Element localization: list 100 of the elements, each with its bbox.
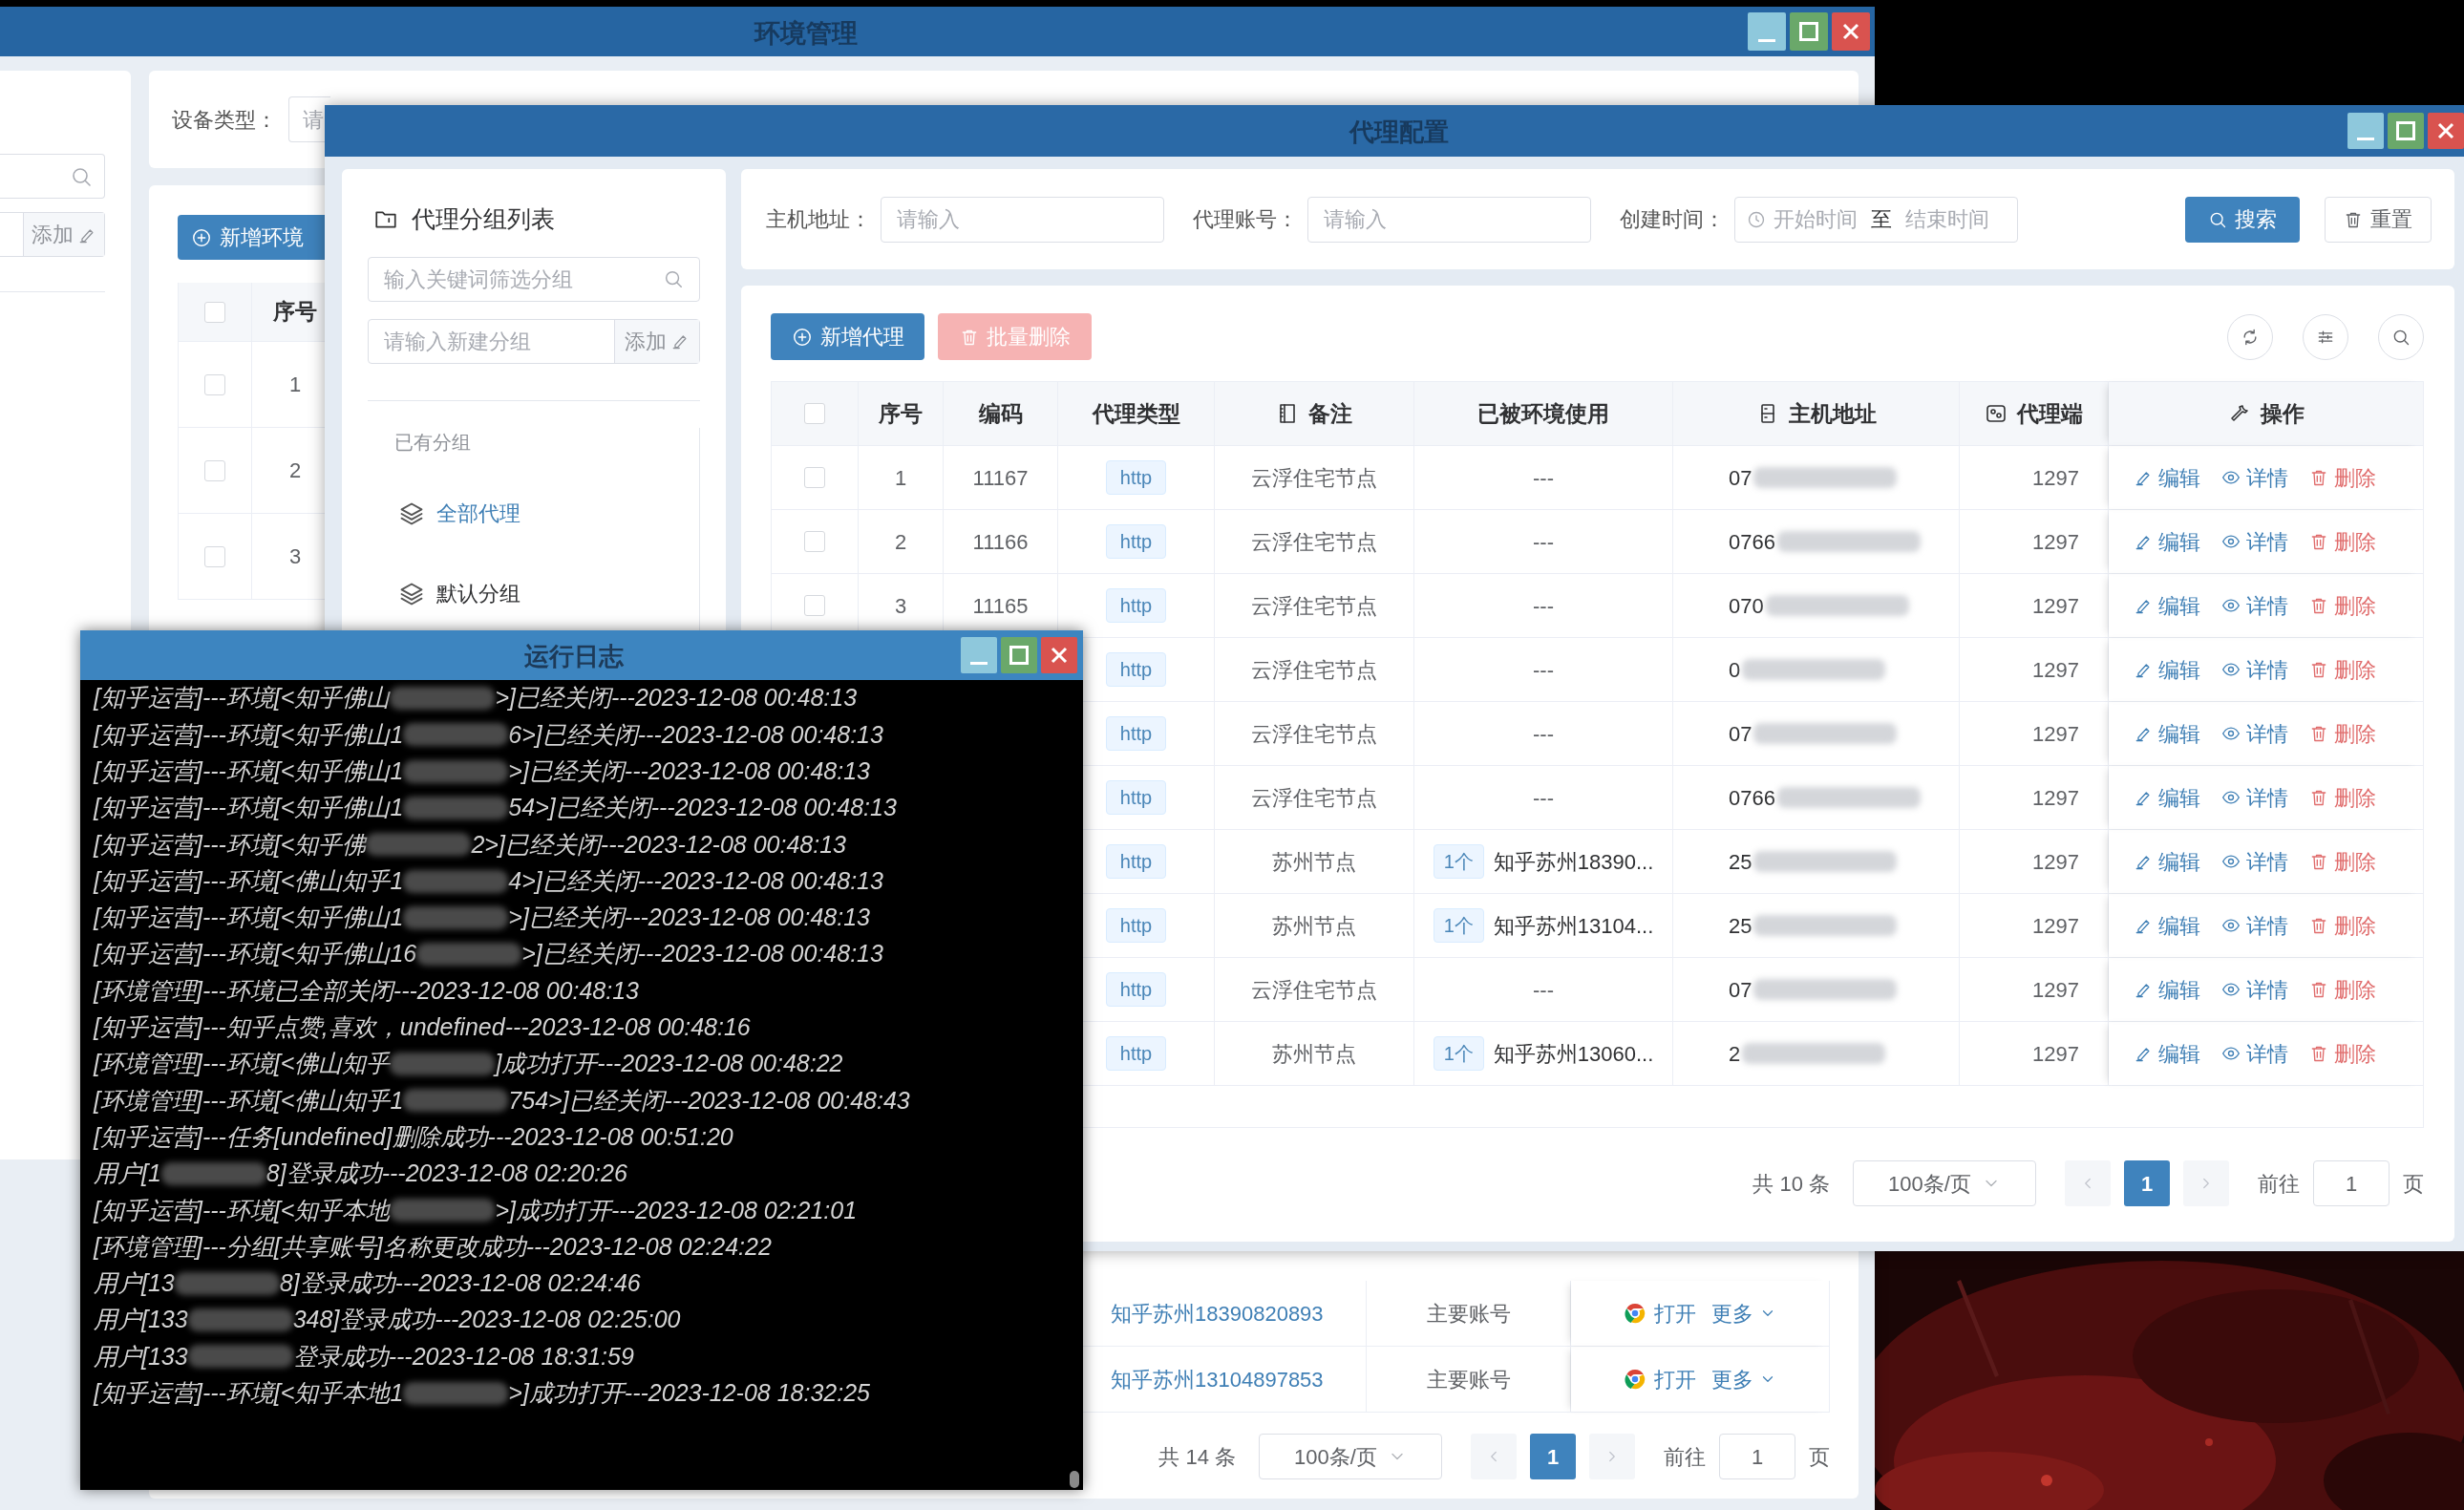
- checkbox[interactable]: [204, 301, 225, 323]
- previous-page-button[interactable]: [1471, 1434, 1517, 1479]
- more-dropdown[interactable]: 更多: [1711, 1363, 1776, 1395]
- edit-link[interactable]: 编辑: [2134, 909, 2200, 942]
- minimize-button[interactable]: [961, 637, 997, 673]
- next-page-button[interactable]: [2183, 1160, 2229, 1206]
- table-cell-text: 苏州节点: [1272, 1040, 1356, 1068]
- table-cell-text: 1297: [2032, 912, 2079, 940]
- edit-link[interactable]: 编辑: [2134, 1037, 2200, 1070]
- new-group-field[interactable]: 请输入新建分组 添加: [368, 318, 700, 364]
- table-cell-text: 25: [1729, 912, 1752, 940]
- page-button[interactable]: 1: [1530, 1434, 1576, 1479]
- details-link[interactable]: 详情: [2221, 973, 2288, 1006]
- close-icon: [1841, 22, 1860, 41]
- delete-link[interactable]: 删除: [2309, 717, 2376, 750]
- checkbox[interactable]: [804, 467, 825, 488]
- details-link[interactable]: 详情: [2221, 781, 2288, 814]
- delete-link[interactable]: 删除: [2309, 781, 2376, 814]
- delete-link[interactable]: 删除: [2309, 909, 2376, 942]
- maximize-button[interactable]: [1001, 637, 1037, 673]
- page-size-select[interactable]: 100条/页: [1259, 1434, 1442, 1479]
- open-link[interactable]: 打开: [1624, 1363, 1696, 1395]
- add-group-field[interactable]: 添加: [0, 212, 105, 257]
- type-tag: http: [1105, 460, 1167, 495]
- search-button[interactable]: 搜索: [2185, 196, 2300, 243]
- delete-link[interactable]: 删除: [2309, 461, 2376, 494]
- close-button[interactable]: [1832, 12, 1870, 51]
- host-input[interactable]: 请输入: [881, 196, 1164, 243]
- table-cell-text: 2: [894, 528, 907, 556]
- account-input[interactable]: 请输入: [1307, 196, 1591, 243]
- edit-link[interactable]: 编辑: [2134, 653, 2200, 686]
- more-dropdown[interactable]: 更多: [1711, 1297, 1776, 1329]
- edit-link[interactable]: 编辑: [2134, 845, 2200, 878]
- delete-link[interactable]: 删除: [2309, 653, 2376, 686]
- reset-button[interactable]: 重置: [2325, 196, 2432, 243]
- log-text: [环境管理]---环境[<佛山知乎1: [94, 1085, 404, 1116]
- minimize-button[interactable]: [2347, 113, 2384, 149]
- details-link[interactable]: 详情: [2221, 461, 2288, 494]
- maximize-button[interactable]: [2388, 113, 2424, 149]
- edit-link[interactable]: 编辑: [2134, 589, 2200, 622]
- log-text: >]已经关闭---2023-12-08 00:48:13: [508, 903, 870, 933]
- checkbox[interactable]: [204, 373, 225, 395]
- type-tag: http: [1105, 972, 1167, 1007]
- account-link[interactable]: 知乎苏州18390820893: [1111, 1297, 1324, 1329]
- log-text: [知乎运营]---环境[<知乎本地1: [94, 1378, 404, 1409]
- details-link[interactable]: 详情: [2221, 589, 2288, 622]
- minimize-button[interactable]: [1748, 12, 1786, 51]
- scrollbar-thumb[interactable]: [1070, 1471, 1079, 1488]
- type-tag: http: [1105, 780, 1167, 815]
- table-cell-text: 1297: [2032, 592, 2079, 620]
- edit-link[interactable]: 编辑: [2134, 525, 2200, 558]
- previous-page-button[interactable]: [2065, 1160, 2111, 1206]
- open-link[interactable]: 打开: [1624, 1297, 1696, 1329]
- page-input[interactable]: 1: [2313, 1160, 2390, 1206]
- table-cell-text: ---: [1533, 976, 1554, 1004]
- edit-link[interactable]: 编辑: [2134, 461, 2200, 494]
- delete-link[interactable]: 删除: [2309, 525, 2376, 558]
- date-range-picker[interactable]: 开始时间 至 结束时间: [1734, 196, 2018, 243]
- edit-link[interactable]: 编辑: [2134, 973, 2200, 1006]
- log-text: [知乎运营]---环境[<知乎佛山1: [94, 793, 404, 823]
- trash-icon: [2309, 788, 2328, 807]
- checkbox[interactable]: [204, 545, 225, 567]
- table-cell-text: 云浮住宅节点: [1251, 528, 1377, 556]
- table-cell-text: 云浮住宅节点: [1251, 784, 1377, 812]
- checkbox[interactable]: [204, 459, 225, 481]
- details-link[interactable]: 详情: [2221, 717, 2288, 750]
- maximize-button[interactable]: [1790, 12, 1828, 51]
- page-size-select[interactable]: 100条/页: [1853, 1160, 2036, 1206]
- page-input[interactable]: 1: [1719, 1434, 1795, 1479]
- checkbox[interactable]: [804, 403, 825, 424]
- edit-link[interactable]: 编辑: [2134, 717, 2200, 750]
- details-link[interactable]: 详情: [2221, 1037, 2288, 1070]
- details-link[interactable]: 详情: [2221, 909, 2288, 942]
- total-count: 共 10 条: [1752, 1170, 1830, 1198]
- details-link[interactable]: 详情: [2221, 653, 2288, 686]
- page-button[interactable]: 1: [2124, 1160, 2170, 1206]
- delete-link[interactable]: 删除: [2309, 1037, 2376, 1070]
- group-item[interactable]: 全部代理: [368, 473, 699, 554]
- account-link[interactable]: 知乎苏州13104897853: [1111, 1363, 1324, 1395]
- log-text: ]成功打开---2023-12-08 00:48:22: [495, 1049, 843, 1079]
- edit-link[interactable]: 编辑: [2134, 781, 2200, 814]
- add-button[interactable]: 添加: [614, 319, 699, 363]
- details-link[interactable]: 详情: [2221, 845, 2288, 878]
- add-button[interactable]: 添加: [23, 213, 104, 256]
- table-cell-text: 云浮住宅节点: [1251, 464, 1377, 492]
- checkbox[interactable]: [804, 531, 825, 552]
- delete-link[interactable]: 删除: [2309, 845, 2376, 878]
- details-link[interactable]: 详情: [2221, 525, 2288, 558]
- type-tag: http: [1105, 1036, 1167, 1071]
- close-button[interactable]: [1041, 637, 1077, 673]
- checkbox[interactable]: [804, 595, 825, 616]
- group-item[interactable]: 默认分组: [368, 553, 699, 634]
- add-proxy-button[interactable]: 新增代理: [771, 313, 924, 360]
- search-field[interactable]: [0, 154, 105, 199]
- delete-link[interactable]: 删除: [2309, 973, 2376, 1006]
- delete-link[interactable]: 删除: [2309, 589, 2376, 622]
- next-page-button[interactable]: [1589, 1434, 1635, 1479]
- search-field[interactable]: 输入关键词筛选分组: [368, 256, 700, 302]
- close-button[interactable]: [2428, 113, 2464, 149]
- add-environment-button[interactable]: 新增环境: [178, 215, 325, 260]
